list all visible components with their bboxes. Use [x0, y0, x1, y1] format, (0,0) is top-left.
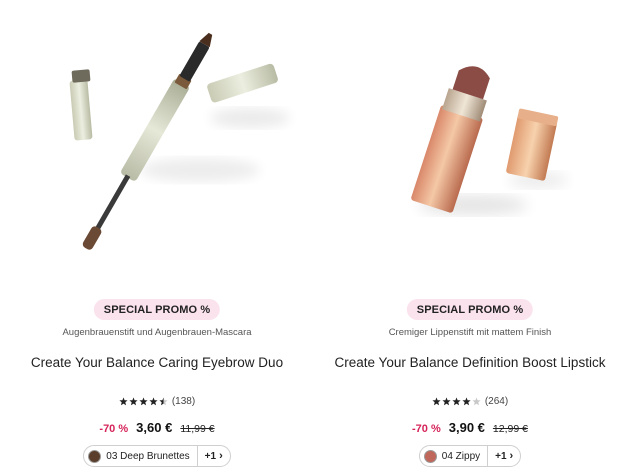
selected-shade[interactable]: 03 Deep Brunettes — [84, 446, 196, 466]
star-icon — [452, 397, 461, 406]
star-icon — [432, 397, 441, 406]
star-icon — [139, 397, 148, 406]
star-icon — [119, 397, 128, 406]
star-icon — [129, 397, 138, 406]
more-shades-count: +1 — [204, 450, 217, 462]
review-count: (264) — [484, 396, 509, 407]
price-row: -70 % 3,60 € 11,99 € — [0, 420, 314, 435]
more-shades-button[interactable]: +1 › — [487, 446, 520, 466]
product-image-eyebrow-duo[interactable] — [0, 0, 314, 270]
star-icon — [442, 397, 451, 406]
shade-swatch — [423, 449, 437, 463]
star-rating — [119, 397, 168, 406]
more-shades-count: +1 — [495, 450, 507, 462]
chevron-right-icon: › — [219, 450, 223, 462]
promo-badge: SPECIAL PROMO % — [406, 299, 534, 320]
current-price: 3,60 € — [136, 420, 173, 435]
chevron-right-icon: › — [509, 450, 514, 462]
discount-label: -70 % — [412, 423, 441, 435]
star-icon — [472, 397, 481, 406]
original-price: 12,99 € — [492, 423, 528, 435]
star-rating — [432, 397, 481, 406]
product-subtitle: Augenbrauenstift und Augenbrauen-Mascara — [62, 327, 252, 338]
shade-name: 04 Zippy — [441, 450, 481, 462]
shade-swatch — [88, 449, 102, 463]
shade-row: 04 Zippy +1 › — [313, 445, 627, 467]
product-card-eyebrow-duo[interactable]: SPECIAL PROMO % Augenbrauenstift und Aug… — [0, 0, 314, 476]
product-card-lipstick[interactable]: SPECIAL PROMO % Cremiger Lippenstift mit… — [313, 0, 627, 476]
price-row: -70 % 3,90 € 12,99 € — [313, 420, 627, 435]
discount-label: -70 % — [99, 423, 129, 435]
rating: (138) — [0, 396, 314, 407]
shade-name: 03 Deep Brunettes — [106, 450, 190, 462]
product-title[interactable]: Create Your Balance Caring Eyebrow Duo — [0, 355, 314, 370]
star-icon — [149, 397, 158, 406]
rating: (264) — [313, 396, 627, 407]
product-subtitle: Cremiger Lippenstift mit mattem Finish — [388, 327, 552, 338]
product-title[interactable]: Create Your Balance Definition Boost Lip… — [313, 355, 627, 370]
shade-row: 03 Deep Brunettes +1 › — [0, 445, 314, 467]
selected-shade[interactable]: 04 Zippy — [420, 446, 487, 466]
star-icon — [462, 397, 471, 406]
shade-selector[interactable]: 03 Deep Brunettes +1 › — [83, 445, 231, 467]
current-price: 3,90 € — [448, 420, 485, 435]
star-icon — [159, 397, 168, 406]
promo-badge: SPECIAL PROMO % — [93, 299, 221, 320]
review-count: (138) — [171, 396, 196, 407]
more-shades-button[interactable]: +1 › — [196, 446, 230, 466]
shade-selector[interactable]: 04 Zippy +1 › — [418, 445, 522, 467]
original-price: 11,99 € — [180, 423, 215, 435]
product-image-lipstick[interactable] — [313, 0, 627, 270]
